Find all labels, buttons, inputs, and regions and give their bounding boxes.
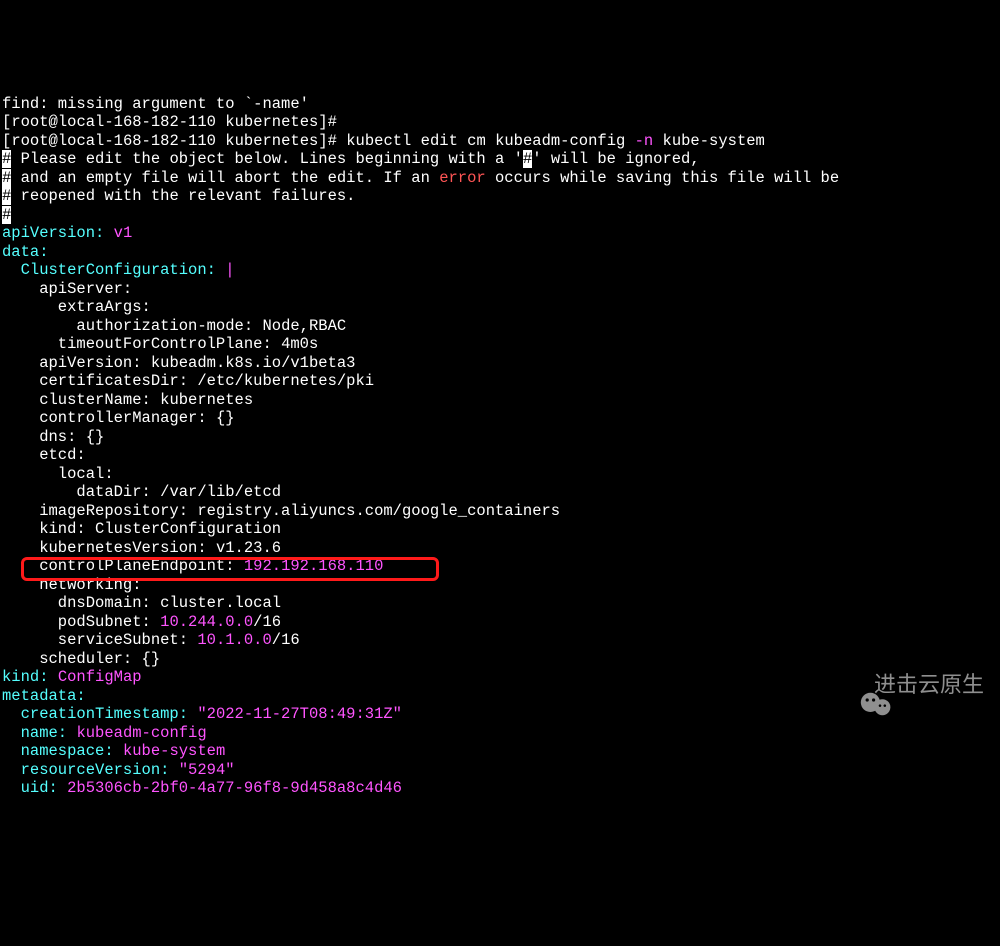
yaml-line: kind: ClusterConfiguration <box>2 520 281 538</box>
yaml-line: local: <box>2 465 114 483</box>
yaml-line: authorization-mode: Node,RBAC <box>2 317 346 335</box>
yaml-line: timeoutForControlPlane: 4m0s <box>2 335 318 353</box>
yaml-key: ClusterConfiguration: <box>2 261 216 279</box>
yaml-line: certificatesDir: /etc/kubernetes/pki <box>2 372 374 390</box>
yaml-line: uid: 2b5306cb-2bf0-4a77-96f8-9d458a8c4d4… <box>2 779 402 797</box>
watermark: 进击云原生 <box>836 672 984 698</box>
control-plane-endpoint-value: 192.192.168.110 <box>244 557 384 575</box>
command-flag: -n <box>635 132 654 150</box>
yaml-line: creationTimestamp: "2022-11-27T08:49:31Z… <box>2 705 402 723</box>
hash-highlighted: # <box>2 169 11 187</box>
yaml-line: kubernetesVersion: v1.23.6 <box>2 539 281 557</box>
yaml-line: apiVersion: kubeadm.k8s.io/v1beta3 <box>2 354 355 372</box>
hash-highlighted: # <box>2 206 11 224</box>
yaml-key: apiVersion: <box>2 224 104 242</box>
yaml-line: apiServer: <box>2 280 132 298</box>
comment-line: reopened with the relevant failures. <box>11 187 355 205</box>
yaml-value: v1 <box>114 224 133 242</box>
error-word: error <box>439 169 486 187</box>
yaml-line: clusterName: kubernetes <box>2 391 253 409</box>
wechat-icon <box>836 672 868 698</box>
yaml-line: serviceSubnet: 10.1.0.0/16 <box>2 631 300 649</box>
yaml-key: metadata: <box>2 687 86 705</box>
yaml-line: dns: {} <box>2 428 104 446</box>
yaml-line: imageRepository: registry.aliyuncs.com/g… <box>2 502 560 520</box>
yaml-line: dnsDomain: cluster.local <box>2 594 281 612</box>
yaml-line: namespace: kube-system <box>2 742 225 760</box>
yaml-line-highlighted: controlPlaneEndpoint: 192.192.168.110 <box>2 557 383 575</box>
prompt-line: [root@local-168-182-110 kubernetes]# kub… <box>2 132 765 150</box>
comment-line: Please edit the object below. Lines begi… <box>11 150 523 168</box>
hash-highlighted: # <box>2 150 11 168</box>
yaml-line: controllerManager: {} <box>2 409 235 427</box>
prompt-line-fragment: find: missing argument to `-name' <box>2 95 309 113</box>
comment-line: and an empty file will abort the edit. I… <box>11 169 439 187</box>
command-arg: kube-system <box>663 132 765 150</box>
yaml-line: scheduler: {} <box>2 650 160 668</box>
yaml-line: name: kubeadm-config <box>2 724 207 742</box>
yaml-value: ConfigMap <box>58 668 142 686</box>
yaml-line: networking: <box>2 576 142 594</box>
yaml-key: data: <box>2 243 49 261</box>
yaml-line: dataDir: /var/lib/etcd <box>2 483 281 501</box>
yaml-line: extraArgs: <box>2 298 151 316</box>
prompt-line: [root@local-168-182-110 kubernetes]# <box>2 113 337 131</box>
hash-highlighted: # <box>2 187 11 205</box>
yaml-line: podSubnet: 10.244.0.0/16 <box>2 613 281 631</box>
yaml-line: etcd: <box>2 446 86 464</box>
yaml-key: kind: <box>2 668 49 686</box>
command: kubectl edit cm kubeadm-config <box>346 132 625 150</box>
yaml-line: resourceVersion: "5294" <box>2 761 235 779</box>
